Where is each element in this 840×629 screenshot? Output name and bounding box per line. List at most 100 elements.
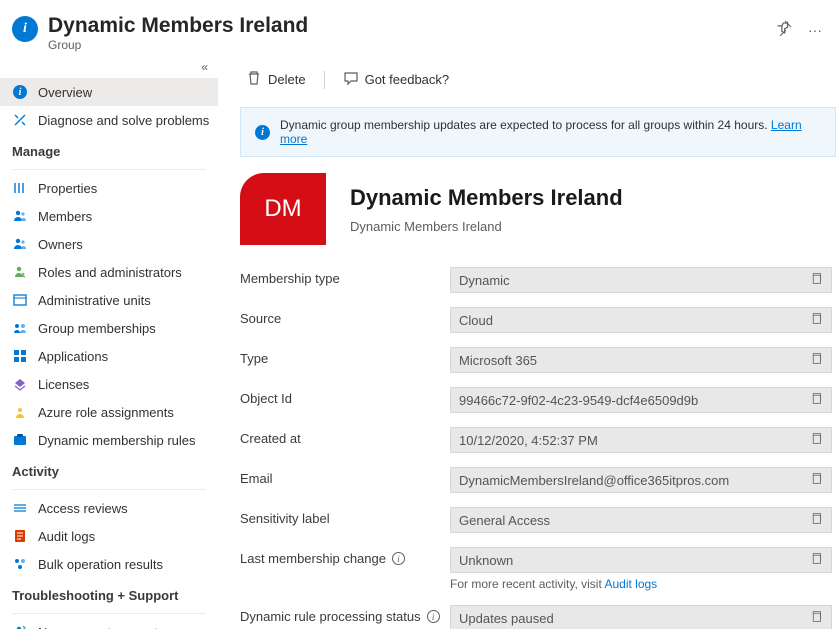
more-icon[interactable]: ··· [808,22,822,38]
sidebar-item-label: Overview [38,85,210,100]
sidebar-item-label: Group memberships [38,321,210,336]
prop-sensitivity: Sensitivity label General Access [240,507,832,533]
bulk-results-icon [12,556,28,572]
banner-text: Dynamic group membership updates are exp… [280,118,771,132]
dynamic-rules-icon [12,432,28,448]
info-icon[interactable]: i [392,552,405,565]
prop-created: Created at 10/12/2020, 4:52:37 PM [240,427,832,453]
prop-value: Unknown [459,553,513,568]
sidebar-item-label: Audit logs [38,529,210,544]
copy-icon[interactable] [810,352,823,368]
feedback-button[interactable]: Got feedback? [337,66,456,93]
button-label: Got feedback? [365,72,450,87]
sidebar-item-label: Owners [38,237,210,252]
section-troubleshooting: Troubleshooting + Support [0,578,218,609]
copy-icon[interactable] [810,610,823,626]
delete-button[interactable]: Delete [240,66,312,93]
copy-icon[interactable] [810,272,823,288]
sidebar: « i Overview Diagnose and solve problems… [0,58,218,629]
prop-value: 99466c72-9f02-4c23-9549-dcf4e6509d9b [459,393,698,408]
prop-value: 10/12/2020, 4:52:37 PM [459,433,598,448]
access-reviews-icon [12,500,28,516]
prop-last-change: Last membership changei Unknown For more… [240,547,832,591]
info-icon: i [255,125,270,140]
prop-value: General Access [459,513,550,528]
sidebar-item-admin-units[interactable]: Administrative units [0,286,218,314]
azure-roles-icon [12,404,28,420]
prop-label: Source [240,307,450,326]
trash-icon [246,70,262,89]
pin-icon[interactable] [776,20,792,39]
sidebar-item-label: Members [38,209,210,224]
divider [12,613,206,614]
info-banner: i Dynamic group membership updates are e… [240,107,836,157]
sidebar-item-owners[interactable]: Owners [0,230,218,258]
prop-label: Object Id [240,387,450,406]
sidebar-item-label: Roles and administrators [38,265,210,280]
group-subtitle: Dynamic Members Ireland [350,219,623,234]
sidebar-item-label: Dynamic membership rules [38,433,210,448]
prop-type: Type Microsoft 365 [240,347,832,373]
prop-value: Updates paused [459,611,554,626]
sidebar-item-roles[interactable]: Roles and administrators [0,258,218,286]
prop-value: Dynamic [459,273,510,288]
applications-icon [12,348,28,364]
audit-logs-icon [12,528,28,544]
audit-logs-link[interactable]: Audit logs [604,577,657,591]
collapse-icon[interactable]: « [0,60,218,78]
sidebar-item-label: Applications [38,349,210,364]
support-icon [12,624,28,629]
copy-icon[interactable] [810,512,823,528]
sidebar-item-support[interactable]: New support request [0,618,218,629]
prop-label: Sensitivity label [240,507,450,526]
roles-icon [12,264,28,280]
properties-icon [12,180,28,196]
copy-icon[interactable] [810,432,823,448]
sidebar-item-access-reviews[interactable]: Access reviews [0,494,218,522]
sidebar-item-label: Administrative units [38,293,210,308]
prop-label: Dynamic rule processing statusi [240,605,450,624]
prop-value: Cloud [459,313,493,328]
page-header: i Dynamic Members Ireland Group ··· [0,0,840,58]
sidebar-item-label: Diagnose and solve problems [38,113,210,128]
toolbar: Delete Got feedback? [240,58,840,103]
info-icon: i [12,16,38,42]
copy-icon[interactable] [810,392,823,408]
licenses-icon [12,376,28,392]
diagnose-icon [12,112,28,128]
sidebar-item-azure-roles[interactable]: Azure role assignments [0,398,218,426]
sidebar-item-group-memberships[interactable]: Group memberships [0,314,218,342]
divider [12,489,206,490]
prop-label: Email [240,467,450,486]
copy-icon[interactable] [810,312,823,328]
prop-object-id: Object Id 99466c72-9f02-4c23-9549-dcf4e6… [240,387,832,413]
properties-grid: Membership type Dynamic Source Cloud Typ… [240,267,840,629]
sidebar-item-label: Properties [38,181,210,196]
prop-label: Membership type [240,267,450,286]
prop-label: Last membership changei [240,547,450,566]
members-icon [12,208,28,224]
group-hero: DM Dynamic Members Ireland Dynamic Membe… [240,173,840,245]
sidebar-item-applications[interactable]: Applications [0,342,218,370]
sidebar-item-overview[interactable]: i Overview [0,78,218,106]
prop-rule-status: Dynamic rule processing statusi Updates … [240,605,832,629]
group-initials: DM [264,195,301,223]
section-activity: Activity [0,454,218,485]
sidebar-item-label: New support request [38,625,210,629]
main-panel: Delete Got feedback? i Dynamic group mem… [218,58,840,629]
info-icon: i [12,84,28,100]
copy-icon[interactable] [810,552,823,568]
sidebar-item-audit-logs[interactable]: Audit logs [0,522,218,550]
sidebar-item-members[interactable]: Members [0,202,218,230]
sidebar-item-diagnose[interactable]: Diagnose and solve problems [0,106,218,134]
feedback-icon [343,70,359,89]
info-icon[interactable]: i [427,610,440,623]
sidebar-item-bulk-results[interactable]: Bulk operation results [0,550,218,578]
sidebar-item-dynamic-rules[interactable]: Dynamic membership rules [0,426,218,454]
copy-icon[interactable] [810,472,823,488]
sidebar-item-properties[interactable]: Properties [0,174,218,202]
divider [12,169,206,170]
admin-units-icon [12,292,28,308]
sidebar-item-label: Azure role assignments [38,405,210,420]
sidebar-item-licenses[interactable]: Licenses [0,370,218,398]
